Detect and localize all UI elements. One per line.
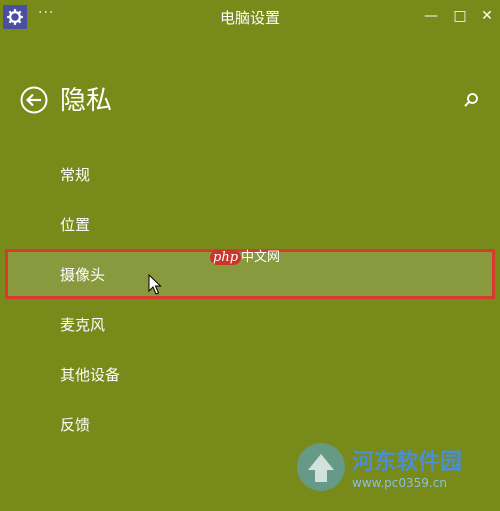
nav-item-label: 常规 [60, 165, 91, 184]
nav-item-label: 麦克风 [60, 315, 106, 334]
page-title: 隐私 [60, 86, 113, 116]
nav-item-microphone[interactable]: 麦克风 [5, 299, 495, 349]
nav-item-general[interactable]: 常规 [5, 149, 495, 199]
title-bar: ··· 电脑设置 — □ ✕ [0, 0, 500, 33]
search-icon[interactable] [463, 92, 479, 108]
nav-item-location[interactable]: 位置 [5, 199, 495, 249]
nav-item-label: 其他设备 [60, 365, 121, 384]
site-watermark-name: 河东软件园 [352, 449, 463, 475]
site-watermark: 河东软件园 www.pc0359.cn [294, 440, 494, 500]
mouse-pointer-icon [148, 273, 162, 296]
php-watermark-brand: php [210, 250, 242, 265]
php-watermark: php 中文网 [210, 246, 280, 265]
nav-item-label: 摄像头 [60, 265, 106, 284]
maximize-button[interactable]: □ [447, 6, 473, 26]
nav-item-other-devices[interactable]: 其他设备 [5, 349, 495, 399]
site-logo-icon [294, 440, 348, 494]
page-header: 隐私 [0, 70, 500, 130]
site-watermark-url: www.pc0359.cn [352, 476, 447, 490]
minimize-button[interactable]: — [418, 6, 444, 26]
back-arrow-circle-icon[interactable] [20, 86, 48, 114]
close-button[interactable]: ✕ [474, 6, 500, 26]
nav-item-label: 反馈 [60, 415, 91, 434]
php-watermark-text: 中文网 [241, 250, 281, 265]
nav-item-label: 位置 [60, 215, 91, 234]
